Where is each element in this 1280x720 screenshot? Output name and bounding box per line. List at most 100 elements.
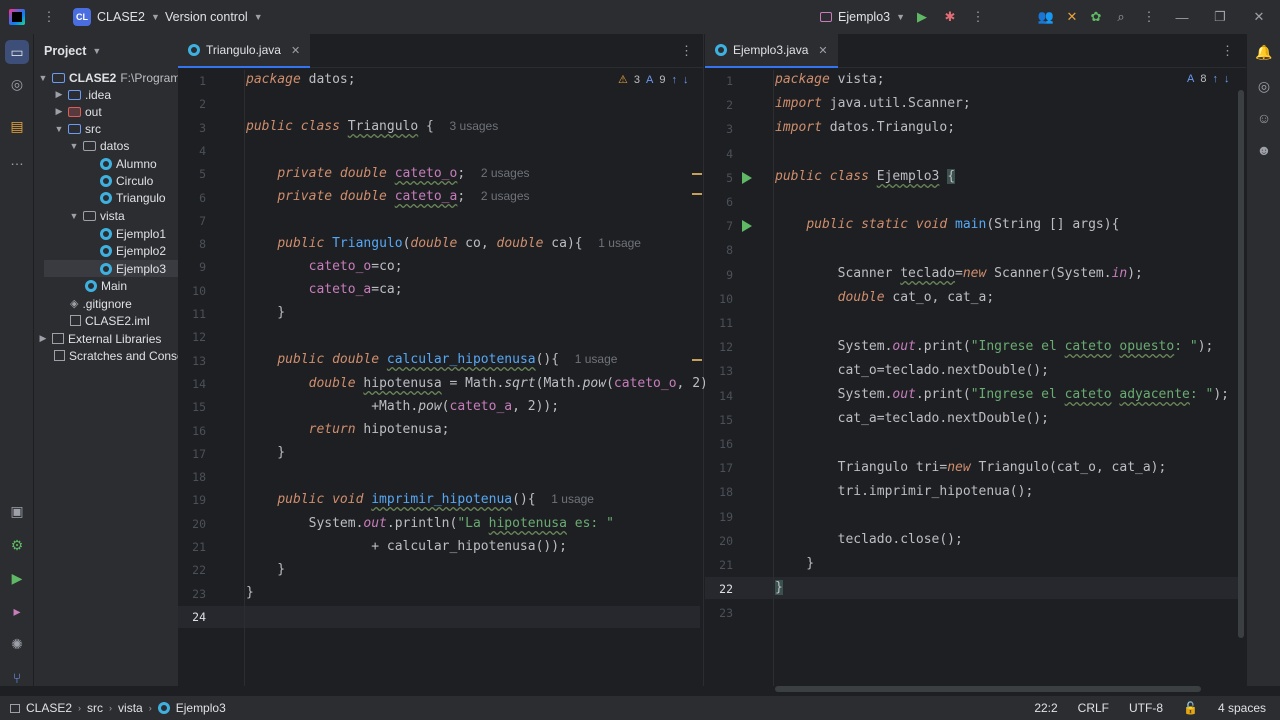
more-tools-icon[interactable]: … xyxy=(5,148,29,172)
tree-item-clase2-iml[interactable]: CLASE2.iml xyxy=(70,312,150,329)
code-line-9[interactable]: cateto_o=co; xyxy=(246,259,403,274)
indent-setting[interactable]: 4 spaces xyxy=(1218,701,1266,715)
build-tools-icon[interactable]: ✕ xyxy=(1063,8,1081,26)
restore-icon[interactable]: ❐ xyxy=(1211,8,1229,26)
tree-item-datos[interactable]: ▼ datos xyxy=(69,137,130,154)
usages-hint[interactable]: 2 usages xyxy=(481,189,530,203)
services-icon[interactable]: ▣ xyxy=(5,499,29,523)
code-line-13[interactable]: public double calcular_hipotenusa(){ 1 u… xyxy=(246,352,617,367)
code-line-18[interactable]: tri.imprimir_hipotenua(); xyxy=(775,484,1034,499)
code-line-21[interactable]: } xyxy=(775,556,814,571)
code-line-22[interactable]: } xyxy=(775,580,783,595)
read-only-lock-icon[interactable]: 🔓 xyxy=(1183,701,1198,715)
run-main-icon[interactable] xyxy=(742,220,752,232)
code-with-me-icon[interactable]: 👥 xyxy=(1037,8,1055,26)
prev-problem-icon[interactable]: ↑ xyxy=(671,74,677,86)
code-line-11[interactable]: } xyxy=(246,305,285,320)
search-icon[interactable]: ⌕ xyxy=(1112,8,1130,26)
breadcrumb-item[interactable]: src xyxy=(87,701,103,715)
tab-ejemplo3[interactable]: Ejemplo3.java ✕ xyxy=(705,34,838,68)
code-line-15[interactable]: cat_a=teclado.nextDouble(); xyxy=(775,411,1049,426)
line-separator[interactable]: CRLF xyxy=(1078,701,1109,715)
code-line-14[interactable]: double hipotenusa = Math.sqrt(Math.pow(c… xyxy=(246,376,708,391)
breadcrumb-item[interactable]: vista xyxy=(118,701,143,715)
code-line-20[interactable]: teclado.close(); xyxy=(775,532,963,547)
code-line-9[interactable]: Scanner teclado=new Scanner(System.in); xyxy=(775,266,1143,281)
close-tab-icon[interactable]: ✕ xyxy=(818,44,827,57)
run-class-icon[interactable] xyxy=(742,172,752,184)
code-line-1[interactable]: package vista; xyxy=(775,72,885,87)
code-line-21[interactable]: + calcular_hipotenusa()); xyxy=(246,539,567,554)
code-line-16[interactable]: return hipotenusa; xyxy=(246,422,450,437)
settings-icon[interactable]: ⋮ xyxy=(1140,8,1158,26)
warning-stripe[interactable] xyxy=(692,359,702,361)
tab-actions-icon[interactable]: ⋮ xyxy=(680,43,693,59)
caret-position[interactable]: 22:2 xyxy=(1034,701,1057,715)
tree-item-scratches[interactable]: Scratches and Conso xyxy=(54,347,178,364)
tree-item-circulo[interactable]: Circulo xyxy=(100,172,153,189)
file-encoding[interactable]: UTF-8 xyxy=(1129,701,1163,715)
breadcrumb-item[interactable]: Ejemplo3 xyxy=(176,701,226,715)
prev-problem-icon[interactable]: ↑ xyxy=(1212,73,1218,85)
tree-item-ejemplo3[interactable]: Ejemplo3 xyxy=(100,260,166,277)
code-line-17[interactable]: Triangulo tri=new Triangulo(cat_o, cat_a… xyxy=(775,460,1167,475)
code-line-22[interactable]: } xyxy=(246,562,285,577)
vertical-scrollbar[interactable] xyxy=(1238,90,1244,638)
code-line-15[interactable]: +Math.pow(cateto_a, 2)); xyxy=(246,399,559,414)
tree-item-idea[interactable]: ▶ .idea xyxy=(54,86,112,103)
code-line-10[interactable]: cateto_a=ca; xyxy=(246,282,403,297)
version-control-menu[interactable]: Version control ▼ xyxy=(165,10,263,24)
close-icon[interactable]: ✕ xyxy=(1250,8,1268,26)
project-folder-icon[interactable]: ▭ xyxy=(5,40,29,64)
tree-item-triangulo[interactable]: Triangulo xyxy=(100,189,166,206)
tree-item-out[interactable]: ▶ out xyxy=(54,103,102,120)
project-panel-header[interactable]: Project ▼ xyxy=(34,34,178,68)
code-line-13[interactable]: cat_o=teclado.nextDouble(); xyxy=(775,363,1049,378)
code-line-7[interactable]: public static void main(String [] args){ xyxy=(775,217,1119,232)
code-line-6[interactable]: private double cateto_a; 2 usages xyxy=(246,189,530,204)
usages-hint[interactable]: 1 usage xyxy=(575,352,618,366)
breadcrumb-item[interactable]: CLASE2 xyxy=(26,701,72,715)
code-line-14[interactable]: System.out.print("Ingrese el cateto adya… xyxy=(775,387,1229,402)
code-line-23[interactable]: } xyxy=(246,585,254,600)
database-icon[interactable]: ◎ xyxy=(1252,74,1276,98)
notifications-icon[interactable]: 🔔 xyxy=(1252,40,1276,64)
run-configuration-selector[interactable]: Ejemplo3 ▼ xyxy=(820,10,905,24)
problems-icon[interactable]: ✺ xyxy=(5,632,29,656)
tree-item-external-libraries[interactable]: ▶ External Libraries xyxy=(38,330,162,347)
debug-icon[interactable]: ✱ xyxy=(941,8,959,26)
tree-item-src[interactable]: ▼ src xyxy=(54,120,101,137)
terminal-icon[interactable]: ▸ xyxy=(5,599,29,623)
code-line-19[interactable]: public void imprimir_hipotenua(){ 1 usag… xyxy=(246,492,594,507)
run-icon[interactable]: ▶ xyxy=(913,8,931,26)
ai-chat-icon[interactable]: ☻ xyxy=(1252,138,1276,162)
tab-actions-icon[interactable]: ⋮ xyxy=(1221,43,1234,59)
code-line-12[interactable]: System.out.print("Ingrese el cateto opue… xyxy=(775,339,1214,354)
inspection-widget[interactable]: A8 ↑ ↓ xyxy=(1187,73,1229,85)
tree-item-clase2[interactable]: ▼ CLASE2 F:\Program xyxy=(38,69,178,86)
copilot-icon[interactable]: ☺ xyxy=(1252,106,1276,130)
code-line-5[interactable]: public class Ejemplo3 { xyxy=(775,169,956,184)
tree-item-main[interactable]: Main xyxy=(85,277,127,294)
run-tool-icon[interactable]: ▶ xyxy=(5,566,29,590)
git-icon[interactable]: ⑂ xyxy=(5,666,29,690)
tree-item-alumno[interactable]: Alumno xyxy=(100,155,157,172)
code-line-5[interactable]: private double cateto_o; 2 usages xyxy=(246,166,529,181)
ai-assistant-icon[interactable]: ✿ xyxy=(1087,8,1105,26)
tree-item-gitignore[interactable]: ◈ .gitignore xyxy=(70,295,132,312)
code-line-10[interactable]: double cat_o, cat_a; xyxy=(775,290,995,305)
build-icon[interactable]: ⚙ xyxy=(5,533,29,557)
next-problem-icon[interactable]: ↓ xyxy=(683,74,689,86)
tree-item-ejemplo1[interactable]: Ejemplo1 xyxy=(100,225,166,242)
usages-hint[interactable]: 1 usage xyxy=(551,492,594,506)
horizontal-scrollbar[interactable] xyxy=(775,686,1201,692)
code-line-20[interactable]: System.out.println("La hipotenusa es: " xyxy=(246,516,614,531)
tab-triangulo[interactable]: Triangulo.java ✕ xyxy=(178,34,311,68)
code-line-1[interactable]: package datos; xyxy=(246,72,356,87)
code-line-3[interactable]: import datos.Triangulo; xyxy=(775,120,955,135)
usages-hint[interactable]: 1 usage xyxy=(598,236,641,250)
next-problem-icon[interactable]: ↓ xyxy=(1224,73,1230,85)
close-tab-icon[interactable]: ✕ xyxy=(291,44,300,57)
minimize-icon[interactable]: — xyxy=(1173,8,1191,26)
code-line-17[interactable]: } xyxy=(246,445,285,460)
